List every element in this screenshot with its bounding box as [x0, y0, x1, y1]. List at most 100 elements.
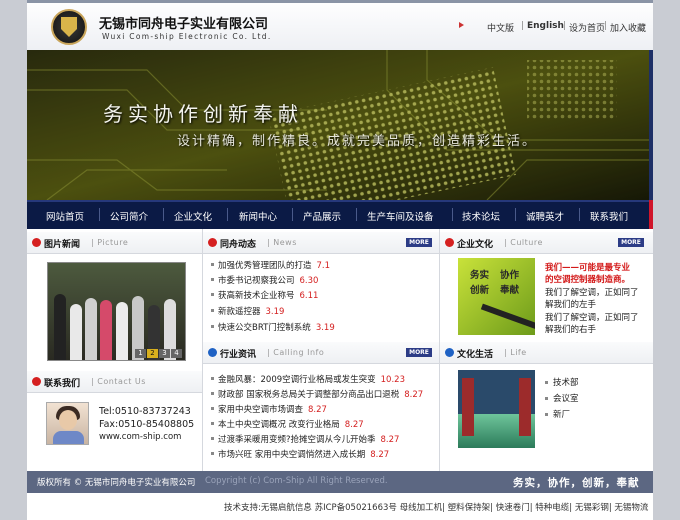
contact-tel: Tel:0510-83737243: [99, 406, 191, 417]
footer-slogan: 务实，协作，创新，奉献: [513, 477, 640, 489]
nav-divider: [99, 208, 100, 221]
company-logo[interactable]: [51, 9, 87, 45]
nav-accent-bar: [649, 200, 653, 229]
bullet-icon: [545, 397, 548, 400]
industry-more-button[interactable]: MORE: [406, 348, 432, 357]
header-top-stripe: [27, 0, 653, 3]
culture-line: 解我们的右手: [545, 325, 597, 335]
bullet-icon: [211, 278, 214, 281]
link-separator: |: [604, 21, 608, 31]
industry-subtitle: | Calling Info: [267, 348, 325, 357]
life-image[interactable]: [458, 370, 535, 448]
contact-avatar: [46, 402, 89, 445]
bullet-red-icon: [445, 238, 454, 247]
photo-news-subtitle: | Picture: [91, 238, 129, 247]
bullet-icon: [545, 381, 548, 384]
nav-forum[interactable]: 技术论坛: [462, 209, 500, 223]
nav-divider: [163, 208, 164, 221]
footer: 版权所有 © 无锡市同舟电子实业有限公司 Copyright (c) Com-S…: [27, 471, 653, 493]
photo-page-2[interactable]: 2: [147, 349, 158, 358]
nav-workshop[interactable]: 生产车间及设备: [367, 209, 434, 223]
banner: 务实协作创新奉献 设计精确，制作精良。成就完美品质，创造精彩生活。: [27, 50, 653, 200]
link-english[interactable]: English: [527, 21, 564, 31]
culture-word: 协作: [500, 270, 520, 281]
right-column: 企业文化 | Culture MORE 务实 协作 创新 奉献 我们——可能是最…: [440, 229, 653, 471]
logo-shield-icon: [61, 17, 77, 37]
bullet-icon: [211, 452, 214, 455]
center-column: 同舟动态 | News MORE 加强优秀管理团队的打造 7.1 市委书记视察我公…: [203, 229, 440, 471]
culture-image[interactable]: 务实 协作 创新 奉献: [458, 258, 535, 335]
bullet-red-icon: [32, 377, 41, 386]
main-nav: 网站首页 公司简介 企业文化 新闻中心 产品展示 生产车间及设备 技术论坛 诚聘…: [27, 200, 653, 229]
banner-slogan-sub: 设计精确，制作精良。成就完美品质，创造精彩生活。: [177, 134, 538, 149]
contact-subtitle: | Contact Us: [91, 377, 146, 386]
contact-title: 联系我们: [44, 379, 81, 389]
bullet-icon: [211, 377, 214, 380]
left-column: 图片新闻 | Picture 1 2 3 4 联系我们 | Contact Us: [27, 229, 203, 471]
nav-divider: [356, 208, 357, 221]
nav-divider: [452, 208, 453, 221]
life-item[interactable]: 会议室: [545, 392, 579, 404]
bullet-icon: [211, 325, 214, 328]
industry-title: 行业资讯: [220, 350, 257, 360]
culture-subtitle: | Culture: [504, 238, 543, 247]
nav-divider: [515, 208, 516, 221]
culture-word: 奉献: [500, 285, 520, 296]
page: 无锡市同舟电子实业有限公司 Wuxi Com-ship Electronic C…: [0, 0, 680, 520]
photo-news-image[interactable]: 1 2 3 4: [47, 262, 186, 361]
culture-header: 企业文化 | Culture MORE: [440, 232, 653, 254]
nav-divider: [292, 208, 293, 221]
photo-person: [70, 304, 82, 360]
bottom-links[interactable]: 技术支持:无锡启航信息 苏ICP备05021663号 母线加工机| 塑料保持架|…: [224, 501, 648, 513]
news-subtitle: | News: [267, 238, 297, 247]
cabinet-graphic: [519, 378, 531, 436]
cabinet-graphic: [462, 378, 474, 436]
industry-header: 行业资讯 | Calling Info MORE: [203, 342, 439, 364]
banner-side-bar: [649, 50, 653, 200]
culture-line: 我们——可能是最专业: [545, 263, 631, 273]
link-separator: |: [563, 21, 567, 31]
photo-person: [54, 294, 66, 360]
banner-slogan-main: 务实协作创新奉献: [103, 102, 303, 126]
nav-home[interactable]: 网站首页: [46, 209, 84, 223]
bullet-icon: [545, 413, 548, 416]
culture-word: 创新: [470, 285, 490, 296]
life-item[interactable]: 技术部: [545, 376, 579, 388]
bullet-blue-icon: [208, 348, 217, 357]
photo-pager: 1 2 3 4: [135, 349, 183, 358]
company-name-en: Wuxi Com-ship Electronic Co. Ltd.: [102, 32, 272, 41]
nav-careers[interactable]: 诚聘英才: [526, 209, 564, 223]
nav-contact[interactable]: 联系我们: [590, 209, 628, 223]
culture-line: 解我们的左手: [545, 300, 597, 310]
photo-news-header: 图片新闻 | Picture: [27, 232, 202, 254]
photo-page-1[interactable]: 1: [135, 349, 146, 358]
culture-more-button[interactable]: MORE: [618, 238, 644, 247]
nav-culture[interactable]: 企业文化: [174, 209, 212, 223]
link-chinese[interactable]: 中文版: [487, 21, 514, 34]
culture-line: 我们了解空调，正如同了: [545, 313, 639, 323]
contact-header: 联系我们 | Contact Us: [27, 371, 202, 393]
culture-line: 我们了解空调，正如同了: [545, 288, 639, 298]
site-container: 无锡市同舟电子实业有限公司 Wuxi Com-ship Electronic C…: [27, 0, 653, 520]
nav-divider: [227, 208, 228, 221]
link-add-favorite[interactable]: 加入收藏: [610, 21, 646, 34]
nav-news[interactable]: 新闻中心: [239, 209, 277, 223]
bullet-red-icon: [208, 238, 217, 247]
link-separator: |: [521, 21, 525, 31]
company-name-cn: 无锡市同舟电子实业有限公司: [99, 17, 269, 32]
link-set-homepage[interactable]: 设为首页: [569, 21, 605, 34]
bullet-icon: [211, 293, 214, 296]
life-subtitle: | Life: [504, 348, 527, 357]
photo-person: [85, 298, 97, 360]
photo-page-4[interactable]: 4: [171, 349, 182, 358]
bullet-blue-icon: [445, 348, 454, 357]
contact-website[interactable]: www.com-ship.com: [99, 432, 181, 442]
photo-page-3[interactable]: 3: [159, 349, 170, 358]
news-more-button[interactable]: MORE: [406, 238, 432, 247]
nav-about[interactable]: 公司简介: [110, 209, 148, 223]
nav-products[interactable]: 产品展示: [303, 209, 341, 223]
news-header: 同舟动态 | News MORE: [203, 232, 439, 254]
life-item[interactable]: 新厂: [545, 408, 570, 420]
avatar-body: [53, 431, 84, 444]
bullet-icon: [211, 422, 214, 425]
